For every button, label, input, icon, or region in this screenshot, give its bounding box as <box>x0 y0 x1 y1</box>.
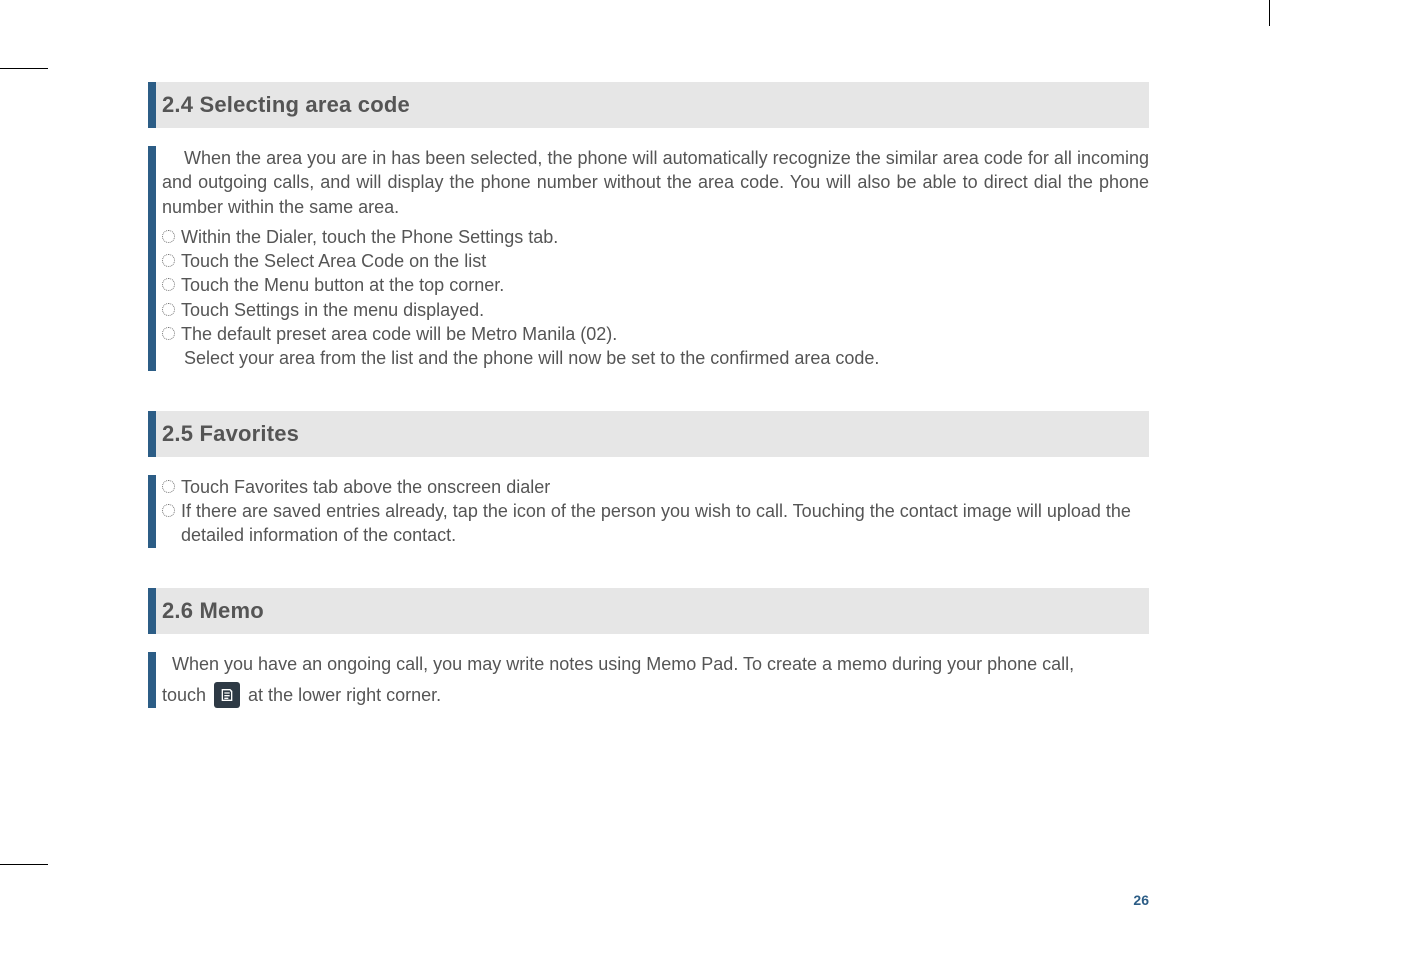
crop-mark <box>0 864 48 865</box>
bullet-item: Touch the Menu button at the top corner. <box>162 273 1149 297</box>
section-intro-text: When the area you are in has been select… <box>162 146 1149 219</box>
document-page: 2.4 Selecting area code When the area yo… <box>48 26 1269 936</box>
bullet-text: Touch Favorites tab above the onscreen d… <box>181 475 550 499</box>
bullet-item: If there are saved entries already, tap … <box>162 499 1149 548</box>
section-heading-memo: 2.6 Memo <box>148 588 1149 634</box>
memo-text-after: at the lower right corner. <box>248 683 441 707</box>
memo-line-2: touch at the lower right corner. <box>162 682 1149 708</box>
memo-text-before: touch <box>162 683 206 707</box>
section-body-memo: When you have an ongoing call, you may w… <box>148 652 1149 708</box>
section-heading-favorites: 2.5 Favorites <box>148 411 1149 457</box>
section-body-area-code: When the area you are in has been select… <box>148 146 1149 371</box>
crop-mark <box>1269 0 1270 26</box>
bullet-text: If there are saved entries already, tap … <box>181 499 1149 548</box>
section-closing-text: Select your area from the list and the p… <box>162 346 1149 370</box>
section-heading-area-code: 2.4 Selecting area code <box>148 82 1149 128</box>
section-heading-text: 2.5 Favorites <box>162 421 1149 447</box>
bullet-text: Within the Dialer, touch the Phone Setti… <box>181 225 558 249</box>
bullet-text: Touch the Menu button at the top corner. <box>181 273 504 297</box>
bullet-text: Touch Settings in the menu displayed. <box>181 298 484 322</box>
bullet-item: Touch Favorites tab above the onscreen d… <box>162 475 1149 499</box>
page-number: 26 <box>1133 892 1149 908</box>
bullet-icon <box>162 254 175 267</box>
memo-line-1: When you have an ongoing call, you may w… <box>162 652 1149 676</box>
bullet-icon <box>162 303 175 316</box>
bullet-item: Within the Dialer, touch the Phone Setti… <box>162 225 1149 249</box>
bullet-item: The default preset area code will be Met… <box>162 322 1149 346</box>
crop-mark <box>0 68 48 69</box>
section-heading-text: 2.6 Memo <box>162 598 1149 624</box>
bullet-item: Touch the Select Area Code on the list <box>162 249 1149 273</box>
memo-pad-icon <box>214 682 240 708</box>
bullet-text: The default preset area code will be Met… <box>181 322 617 346</box>
bullet-text: Touch the Select Area Code on the list <box>181 249 486 273</box>
bullet-icon <box>162 327 175 340</box>
section-body-favorites: Touch Favorites tab above the onscreen d… <box>148 475 1149 548</box>
bullet-item: Touch Settings in the menu displayed. <box>162 298 1149 322</box>
bullet-icon <box>162 278 175 291</box>
bullet-icon <box>162 480 175 493</box>
bullet-icon <box>162 504 175 517</box>
section-heading-text: 2.4 Selecting area code <box>162 92 1149 118</box>
bullet-icon <box>162 230 175 243</box>
